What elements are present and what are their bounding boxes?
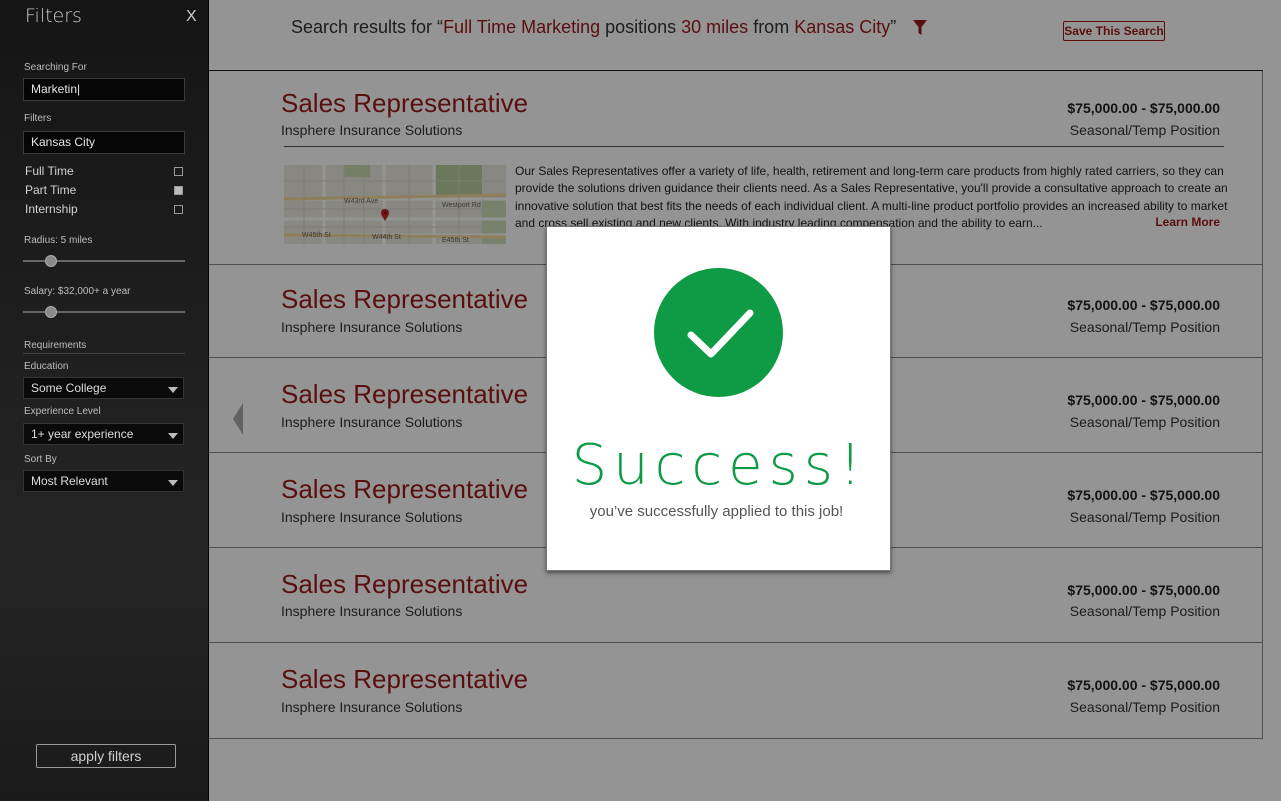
education-value: Some College — [31, 381, 107, 395]
checkbox-box[interactable] — [174, 167, 183, 176]
sort-label: Sort By — [24, 454, 57, 465]
apply-filters-button[interactable]: apply filters — [36, 744, 176, 768]
checkbox-part-time[interactable]: Part Time — [25, 183, 185, 199]
sidebar-title: Filters — [25, 5, 82, 27]
experience-select[interactable]: 1+ year experience — [23, 423, 184, 445]
location-input[interactable]: Kansas City — [23, 131, 185, 154]
education-select[interactable]: Some College — [23, 377, 184, 399]
chevron-down-icon — [168, 480, 178, 486]
checkbox-label: Part Time — [25, 183, 77, 197]
chevron-down-icon — [168, 387, 178, 393]
radius-slider-handle[interactable] — [44, 255, 57, 267]
salary-label: Salary: $32,000+ a year — [24, 286, 131, 297]
requirements-label: Requirements — [24, 340, 87, 351]
sort-select[interactable]: Most Relevant — [23, 470, 184, 492]
sort-value: Most Relevant — [31, 474, 108, 488]
radius-label: Radius: 5 miles — [24, 235, 93, 246]
experience-value: 1+ year experience — [31, 427, 134, 441]
success-title: Success! — [571, 433, 868, 498]
chevron-down-icon — [168, 433, 178, 439]
divider — [23, 353, 185, 354]
salary-slider-handle[interactable] — [44, 306, 57, 318]
checkmark-icon — [654, 268, 783, 397]
searching-for-label: Searching For — [24, 62, 87, 73]
checkbox-internship[interactable]: Internship — [25, 202, 185, 218]
checkbox-label: Full Time — [25, 164, 74, 178]
filters-label: Filters — [24, 113, 52, 124]
search-keyword-input[interactable]: Marketin| — [23, 78, 185, 101]
close-icon[interactable]: X — [186, 8, 197, 26]
checkbox-box[interactable] — [174, 205, 183, 214]
experience-label: Experience Level — [24, 406, 101, 417]
success-message: you’ve successfully applied to this job! — [589, 503, 844, 520]
success-dialog: Success! you’ve successfully applied to … — [546, 226, 891, 571]
education-label: Education — [24, 361, 69, 372]
checkbox-full-time[interactable]: Full Time — [25, 164, 185, 180]
checkbox-label: Internship — [25, 202, 78, 216]
checkbox-box[interactable] — [174, 186, 183, 195]
filters-sidebar: Filters X Searching For Marketin| Filter… — [0, 0, 209, 801]
